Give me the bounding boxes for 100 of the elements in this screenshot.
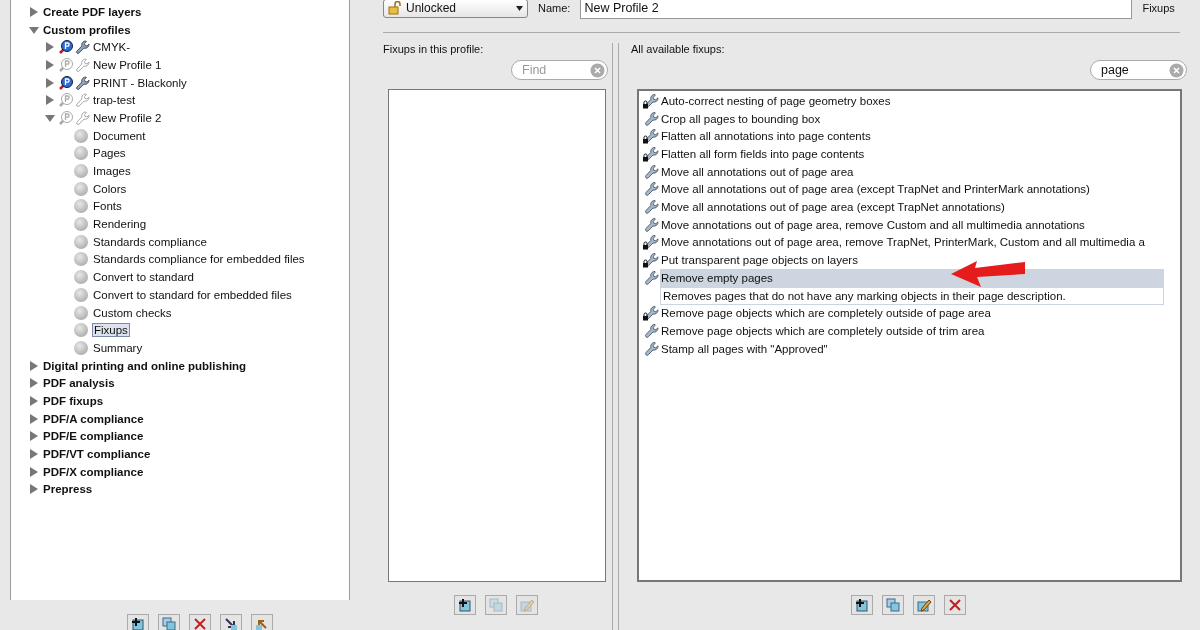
tree-item[interactable]: Create PDF layers bbox=[42, 5, 143, 18]
tree-item[interactable]: Convert to standard bbox=[92, 271, 195, 284]
fixup-item[interactable]: Move annotations out of page area, remove TrapNet, PrinterMark, Custom and all multimedia a bbox=[660, 233, 1180, 252]
tree-item[interactable]: Custom profiles bbox=[42, 23, 132, 36]
duplicate-icon bbox=[161, 616, 177, 630]
tree-item[interactable]: Prepress bbox=[42, 483, 94, 496]
lock-dropdown[interactable]: Unlocked bbox=[383, 0, 528, 18]
add-button[interactable] bbox=[127, 614, 149, 630]
fixup-item[interactable]: Flatten all annotations into page contents bbox=[660, 127, 1180, 146]
tree-item[interactable]: New Profile 2 bbox=[92, 111, 163, 124]
add-icon bbox=[130, 616, 146, 630]
section-icon bbox=[74, 252, 88, 267]
delete-button[interactable] bbox=[943, 595, 966, 615]
disclosure-triangle-icon[interactable] bbox=[29, 449, 39, 460]
tree-item[interactable]: Document bbox=[92, 129, 147, 142]
section-icon bbox=[74, 270, 88, 285]
duplicate-icon bbox=[884, 597, 901, 613]
disclosure-triangle-icon[interactable] bbox=[45, 42, 55, 53]
duplicate-button[interactable] bbox=[158, 614, 180, 630]
fixup-item[interactable]: Flatten all form fields into page contents bbox=[660, 145, 1180, 163]
padlock-icon bbox=[388, 1, 402, 15]
section-icon bbox=[74, 146, 88, 161]
edit-button[interactable] bbox=[912, 595, 935, 615]
section-icon bbox=[74, 234, 88, 249]
import-icon bbox=[223, 616, 239, 630]
fixups-in-profile-label: Fixups in this profile: bbox=[383, 43, 485, 55]
fixup-item[interactable]: Remove page objects which are completely outside of trim area bbox=[660, 322, 1180, 340]
tree-item[interactable]: PDF/X compliance bbox=[42, 465, 145, 478]
tree-item[interactable]: PDF analysis bbox=[42, 377, 116, 390]
tree-item[interactable]: PDF fixups bbox=[42, 394, 105, 407]
fixup-item[interactable]: Remove page objects which are completely outside of page area bbox=[660, 304, 1180, 323]
fixup-item[interactable]: Stamp all pages with "Approved" bbox=[660, 339, 1180, 358]
disclosure-triangle-icon[interactable] bbox=[29, 378, 39, 389]
tree-item[interactable]: Summary bbox=[92, 341, 144, 354]
fixup-item[interactable]: Remove empty pages bbox=[660, 268, 1164, 287]
search-field[interactable]: Find bbox=[511, 60, 608, 80]
tree-item[interactable]: Images bbox=[92, 165, 132, 178]
tree-item[interactable]: Pages bbox=[92, 147, 127, 160]
tree-item[interactable]: Fonts bbox=[92, 200, 123, 213]
add-icon bbox=[456, 597, 473, 613]
section-icon bbox=[74, 164, 88, 179]
import-button[interactable] bbox=[220, 614, 242, 630]
tree-item[interactable]: Standards compliance bbox=[92, 235, 208, 248]
tree-item[interactable]: PDF/E compliance bbox=[42, 430, 145, 443]
fixup-item[interactable]: Crop all pages to bounding box bbox=[660, 109, 1180, 128]
name-field[interactable]: New Profile 2 bbox=[580, 0, 1133, 19]
caret-icon bbox=[516, 5, 523, 11]
disclosure-triangle-icon[interactable] bbox=[29, 395, 39, 406]
duplicate-button[interactable] bbox=[881, 595, 904, 615]
duplicate-icon bbox=[487, 597, 504, 613]
fixup-item[interactable]: Auto-correct nesting of page geometry boxes bbox=[660, 92, 1180, 110]
fixup-item[interactable]: Move all annotations out of page area bbox=[660, 162, 1180, 181]
clear-icon[interactable] bbox=[1169, 62, 1184, 78]
disclosure-triangle-icon[interactable] bbox=[29, 24, 39, 35]
tree-item[interactable]: PRINT - Blackonly bbox=[92, 76, 188, 89]
fixup-item[interactable]: Put transparent page objects on layers bbox=[660, 251, 1180, 269]
disclosure-triangle-icon[interactable] bbox=[45, 59, 55, 70]
disclosure-triangle-icon[interactable] bbox=[45, 95, 55, 106]
tree-item[interactable]: PDF/VT compliance bbox=[42, 448, 152, 461]
tree-item[interactable]: Custom checks bbox=[92, 306, 173, 319]
tree-item[interactable]: CMYK- bbox=[92, 41, 132, 54]
tree-item[interactable]: Digital printing and online publishing bbox=[42, 359, 248, 372]
tree-item[interactable]: PDF/A compliance bbox=[42, 412, 145, 425]
add-icon bbox=[853, 597, 870, 613]
fixup-item[interactable]: Move all annotations out of page area (except TrapNet annotations) bbox=[660, 198, 1180, 216]
disclosure-triangle-icon[interactable] bbox=[29, 360, 39, 371]
disclosure-triangle-icon[interactable] bbox=[29, 6, 39, 17]
tree-item[interactable]: Convert to standard for embedded files bbox=[92, 288, 293, 301]
section-icon bbox=[74, 128, 88, 143]
tree-item[interactable]: Rendering bbox=[92, 218, 148, 231]
tree-item[interactable]: New Profile 1 bbox=[92, 58, 163, 71]
tree-item[interactable]: Fixups bbox=[92, 323, 130, 338]
delete-icon bbox=[946, 597, 963, 613]
disclosure-triangle-icon[interactable] bbox=[29, 466, 39, 477]
available-fixups-label: All available fixups: bbox=[631, 43, 726, 55]
fixup-item[interactable]: Move annotations out of page area, remove Custom and all multimedia annotations bbox=[660, 215, 1180, 234]
section-icon bbox=[74, 323, 88, 338]
fixup-description: Removes pages that do not have any marking objects in their page description. bbox=[660, 286, 1164, 305]
disclosure-triangle-icon[interactable] bbox=[45, 112, 55, 123]
add-button[interactable] bbox=[453, 595, 476, 615]
tree-item[interactable]: Colors bbox=[92, 182, 128, 195]
tree-item[interactable]: Standards compliance for embedded files bbox=[92, 253, 306, 266]
edit-icon bbox=[518, 597, 535, 613]
fixup-item[interactable]: Move all annotations out of page area (except TrapNet and PrinterMark annotations) bbox=[660, 180, 1180, 199]
tree-item[interactable]: trap-test bbox=[92, 94, 137, 107]
fixups-label: Fixups bbox=[1142, 2, 1175, 14]
delete-icon bbox=[192, 616, 208, 630]
add-button[interactable] bbox=[850, 595, 873, 615]
name-label: Name: bbox=[538, 2, 571, 14]
clear-icon[interactable] bbox=[590, 62, 605, 78]
delete-button[interactable] bbox=[189, 614, 211, 630]
disclosure-triangle-icon[interactable] bbox=[29, 413, 39, 424]
disclosure-triangle-icon[interactable] bbox=[45, 77, 55, 88]
disclosure-triangle-icon[interactable] bbox=[29, 484, 39, 495]
search-field[interactable]: page bbox=[1090, 60, 1187, 80]
disclosure-triangle-icon[interactable] bbox=[29, 431, 39, 442]
section-icon bbox=[74, 217, 88, 232]
export-button[interactable] bbox=[251, 614, 273, 630]
section-icon bbox=[74, 287, 88, 302]
section-icon bbox=[74, 340, 88, 355]
